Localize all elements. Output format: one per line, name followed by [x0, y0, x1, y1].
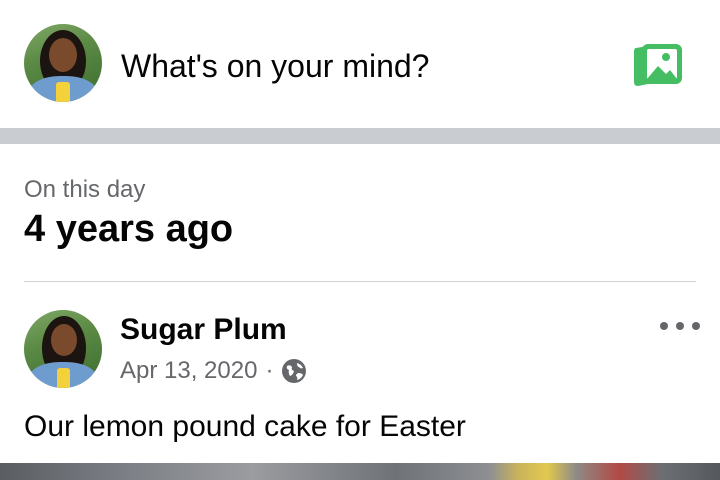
divider: [24, 281, 696, 282]
globe-icon[interactable]: [281, 358, 307, 384]
post-meta: Apr 13, 2020 ·: [120, 356, 307, 386]
meta-separator: ·: [265, 357, 274, 384]
author-avatar[interactable]: [24, 310, 102, 388]
post-author[interactable]: Sugar Plum: [120, 313, 287, 347]
post-text: Our lemon pound cake for Easter: [24, 410, 466, 443]
photo-gallery-icon[interactable]: [630, 40, 686, 90]
post-image[interactable]: [0, 463, 720, 480]
section-divider: [0, 128, 720, 144]
avatar[interactable]: [24, 24, 102, 102]
composer-prompt[interactable]: What's on your mind?: [121, 48, 429, 84]
post-composer: What's on your mind?: [0, 0, 720, 128]
memory-title: 4 years ago: [24, 208, 234, 250]
memory-label: On this day: [24, 176, 146, 203]
post-date[interactable]: Apr 13, 2020: [120, 356, 257, 386]
more-options-icon[interactable]: [660, 316, 700, 336]
